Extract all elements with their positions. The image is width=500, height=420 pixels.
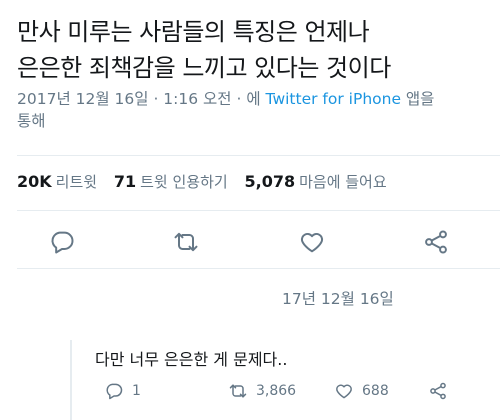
- reply-date[interactable]: 17년 12월 16일: [282, 287, 394, 309]
- quotes-count: 71: [113, 172, 137, 191]
- reply-retweet-button[interactable]: 3,866: [228, 381, 296, 401]
- like-icon: [336, 384, 352, 399]
- reply-like-button[interactable]: 688: [334, 381, 389, 401]
- retweet-icon: [229, 384, 247, 398]
- reply-actions: 1 3,866 688: [0, 381, 500, 405]
- retweets-stat[interactable]: 20K 리트윗: [17, 172, 98, 191]
- likes-label: 마음에 들어요: [299, 173, 387, 191]
- quotes-stat[interactable]: 71 트윗 인용하기: [113, 172, 228, 191]
- retweets-label: 리트윗: [55, 173, 98, 191]
- share-icon: [430, 382, 446, 400]
- tweet-client-link[interactable]: Twitter for iPhone: [266, 90, 401, 108]
- tweet-stats: 20K 리트윗 71 트윗 인용하기 5,078 마음에 들어요: [17, 171, 497, 192]
- likes-stat[interactable]: 5,078 마음에 들어요: [244, 172, 387, 191]
- reply-count: 1: [132, 383, 141, 399]
- retweet-count: 3,866: [256, 383, 297, 399]
- thread-line: [70, 340, 72, 420]
- tweet-client-suffix-2: 통해: [17, 112, 46, 130]
- tweet-text-line-2: 은은한 죄책감을 느끼고 있다는 것이다: [17, 54, 391, 82]
- likes-count: 5,078: [244, 172, 296, 191]
- tweet-timestamp[interactable]: 2017년 12월 16일 · 1:16 오전 · 에: [17, 90, 261, 108]
- reply-icon: [106, 383, 123, 400]
- divider: [17, 268, 500, 269]
- tweet-text-line-1: 만사 미루는 사람들의 특징은 언제나: [17, 18, 370, 46]
- reply-icon[interactable]: [48, 228, 76, 256]
- retweets-count: 20K: [17, 172, 52, 191]
- divider: [17, 155, 500, 156]
- share-icon[interactable]: [422, 228, 450, 256]
- tweet-meta: 2017년 12월 16일 · 1:16 오전 · 에 Twitter for …: [17, 88, 487, 132]
- reply-reply-button[interactable]: 1: [104, 381, 141, 401]
- retweet-icon[interactable]: [172, 228, 200, 256]
- like-count: 688: [362, 383, 389, 399]
- quotes-label: 트윗 인용하기: [140, 173, 228, 191]
- reply-share-button[interactable]: [428, 381, 456, 401]
- tweet-client-suffix-1: 앱을: [405, 90, 435, 108]
- tweet-text: 만사 미루는 사람들의 특징은 언제나 은은한 죄책감을 느끼고 있다는 것이다: [17, 14, 487, 86]
- tweet-actions: [0, 222, 500, 262]
- reply-text: 다만 너무 은은한 게 문제다..: [95, 350, 288, 369]
- divider: [17, 210, 500, 211]
- like-icon[interactable]: [298, 228, 326, 256]
